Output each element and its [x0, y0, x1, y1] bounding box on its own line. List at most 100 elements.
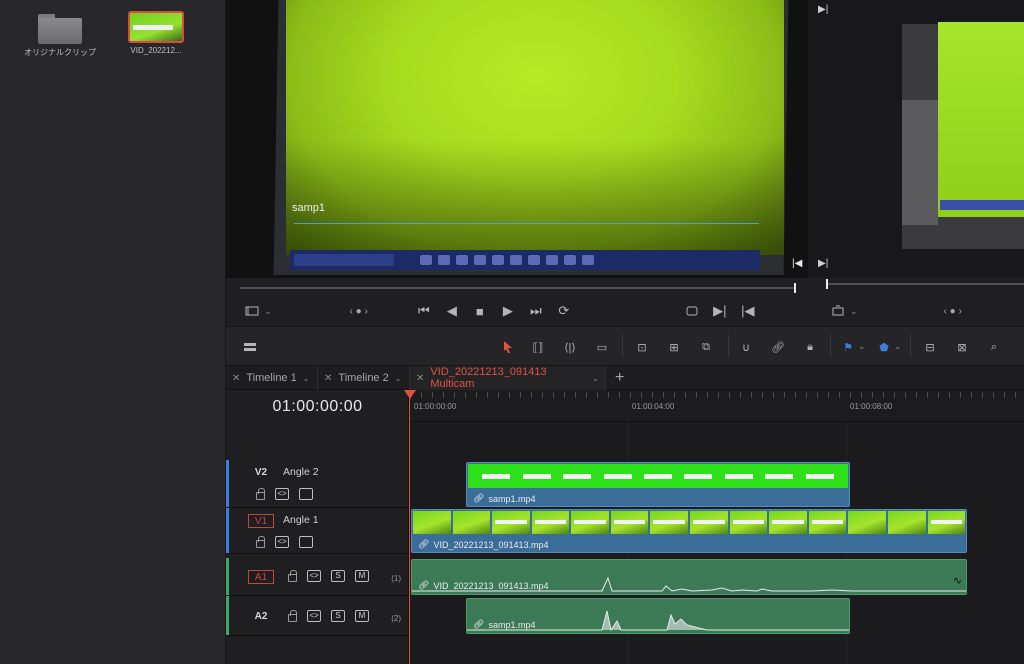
ruler-label: 01:00:08:00	[850, 402, 893, 411]
playhead-line[interactable]	[409, 398, 410, 664]
viewer-options-icon[interactable]	[240, 300, 264, 322]
program-scrubber[interactable]	[826, 279, 1024, 289]
program-options-icon[interactable]	[826, 300, 850, 322]
folder-original-clips[interactable]: オリジナルクリップ	[20, 14, 100, 58]
close-icon[interactable]: ✕	[416, 373, 424, 384]
go-to-start-button[interactable]: ⏮	[412, 300, 436, 322]
video-frame-taskbar	[290, 250, 760, 270]
link-icon: 🔗︎	[473, 493, 485, 503]
lock-icon[interactable]	[288, 569, 297, 582]
clip-v2[interactable]: 🔗︎ samp1.mp4	[466, 462, 850, 507]
track-header-v2[interactable]: V2 Angle 2 <>	[226, 460, 409, 508]
track-visibility-icon[interactable]	[299, 536, 313, 548]
snapping-icon[interactable]: ∪	[734, 336, 758, 358]
auto-select-icon[interactable]: <>	[275, 488, 289, 500]
selection-tool-icon[interactable]	[496, 336, 520, 358]
go-to-end-button[interactable]: ⏭	[524, 300, 548, 322]
track-name: Angle 2	[283, 466, 319, 478]
dynamic-trim-icon[interactable]: ⟨|⟩	[558, 336, 582, 358]
audio-waveform	[412, 576, 966, 592]
folder-label: オリジナルクリップ	[24, 48, 96, 57]
clip-v1[interactable]: 🔗︎ VID_20221213_091413.mp4	[411, 509, 967, 553]
close-icon[interactable]: ✕	[232, 373, 240, 384]
timeline-ruler[interactable]: 01:00:00:00 01:00:04:00 01:00:08:00	[410, 390, 1024, 422]
clip-a2[interactable]: 🔗︎ samp1.mp4	[466, 598, 850, 634]
mark-out-button[interactable]: |◀	[736, 300, 760, 322]
program-transport-bar: ⌄ ‹ ● ›	[826, 296, 1024, 326]
zoom-full-icon[interactable]: ⊟	[918, 336, 942, 358]
chevron-down-icon[interactable]: ⌄	[858, 341, 866, 352]
play-reverse-button[interactable]: ◀	[440, 300, 464, 322]
mute-button[interactable]: M	[355, 570, 369, 582]
viewer-divider: ▶︎| |◀︎ ▶︎|	[792, 0, 836, 278]
mark-out-icon[interactable]: |◀︎	[792, 258, 802, 269]
lock-icon[interactable]	[288, 609, 297, 622]
blade-tool-icon[interactable]: ▭	[590, 336, 614, 358]
mark-in-button[interactable]: ▶|	[708, 300, 732, 322]
auto-select-icon[interactable]: <>	[275, 536, 289, 548]
auto-select-icon[interactable]: <>	[307, 570, 321, 582]
play-button[interactable]: ▶	[496, 300, 520, 322]
clip-name: VID_20221213_091413.mp4	[433, 539, 549, 550]
position-lock-icon[interactable]: 🔒︎	[798, 336, 822, 358]
clip-thumbnails	[413, 511, 966, 534]
chevron-down-icon[interactable]: ⌄	[850, 306, 858, 317]
match-frame-icon[interactable]	[680, 300, 704, 322]
tab-timeline-2[interactable]: ✕ Timeline 2 ⌄	[318, 366, 410, 390]
chevron-down-icon[interactable]: ⌄	[264, 306, 272, 317]
track-header-v1[interactable]: V1 Angle 1 <>	[226, 508, 409, 554]
replace-clip-icon[interactable]: ⧉	[694, 336, 718, 358]
source-scrubber[interactable]	[240, 283, 796, 293]
link-icon: 🔗︎	[418, 539, 430, 549]
marker-icon[interactable]: ⬟	[872, 336, 896, 358]
tab-label: Timeline 1	[246, 372, 297, 384]
clip-label: VID_202212...	[130, 46, 182, 55]
track-visibility-icon[interactable]	[299, 488, 313, 500]
audio-waveform	[467, 610, 849, 631]
next-frame-icon[interactable]: ▶︎|	[818, 4, 828, 15]
trim-tool-icon[interactable]: ⟦⟧	[526, 336, 550, 358]
solo-button[interactable]: S	[331, 610, 345, 622]
scrubber-head[interactable]	[794, 283, 796, 293]
timeline-view-options-icon[interactable]	[238, 336, 262, 358]
lock-icon[interactable]	[256, 535, 265, 548]
tab-multicam[interactable]: ✕ VID_20221213_091413 Multicam ⌄	[410, 366, 606, 390]
mute-button[interactable]: M	[355, 610, 369, 622]
program-jog-control[interactable]: ‹ ● ›	[944, 306, 962, 317]
stop-button[interactable]: ■	[468, 300, 492, 322]
chevron-down-icon[interactable]: ⌄	[592, 374, 599, 383]
clip-thumbnail[interactable]: VID_202212...	[116, 11, 196, 55]
track-id: A2	[254, 611, 268, 622]
chevron-down-icon[interactable]: ⌄	[395, 374, 402, 383]
loop-button[interactable]: ⟳	[552, 300, 576, 322]
chevron-down-icon[interactable]: ⌄	[303, 374, 310, 383]
add-tab-button[interactable]: +	[615, 366, 624, 390]
clip-thumbnails	[468, 464, 848, 488]
flag-icon[interactable]: ⚑	[836, 336, 860, 358]
zoom-detail-icon[interactable]: ⊠	[950, 336, 974, 358]
mark-in-icon[interactable]: ▶︎|	[818, 258, 828, 269]
lock-icon[interactable]	[256, 487, 265, 500]
program-viewer[interactable]	[836, 0, 1024, 278]
insert-clip-icon[interactable]: ⊡	[630, 336, 654, 358]
media-pool: オリジナルクリップ VID_202212...	[0, 0, 226, 664]
jog-control[interactable]: ‹ ● ›	[350, 306, 368, 317]
playhead-marker[interactable]	[404, 390, 416, 399]
clip-a1[interactable]: 🔗︎ VID_20221213_091413.mp4 ∿	[411, 559, 967, 595]
solo-button[interactable]: S	[331, 570, 345, 582]
source-viewer[interactable]: samp1	[226, 0, 808, 278]
auto-select-icon[interactable]: <>	[307, 610, 321, 622]
keyframe-curve-icon[interactable]: ∿	[953, 574, 962, 587]
tab-label: Timeline 2	[338, 372, 389, 384]
track-header-a1[interactable]: A1 <> S M (1)	[226, 558, 409, 596]
clip-name: samp1.mp4	[488, 493, 536, 504]
zoom-custom-icon[interactable]: ⌕	[982, 336, 1006, 358]
chevron-down-icon[interactable]: ⌄	[894, 341, 902, 352]
close-icon[interactable]: ✕	[324, 373, 332, 384]
ruler-label: 01:00:00:00	[414, 402, 457, 411]
track-header-a2[interactable]: A2 <> S M (2)	[226, 596, 409, 636]
linked-selection-icon[interactable]: 🔗︎	[766, 336, 790, 358]
tab-timeline-1[interactable]: ✕ Timeline 1 ⌄	[226, 366, 318, 390]
overwrite-clip-icon[interactable]: ⊞	[662, 336, 686, 358]
transport-bar: ⌄ ‹ ● › ⏮ ◀ ■ ▶ ⏭ ⟳ ▶| |◀	[240, 296, 820, 326]
